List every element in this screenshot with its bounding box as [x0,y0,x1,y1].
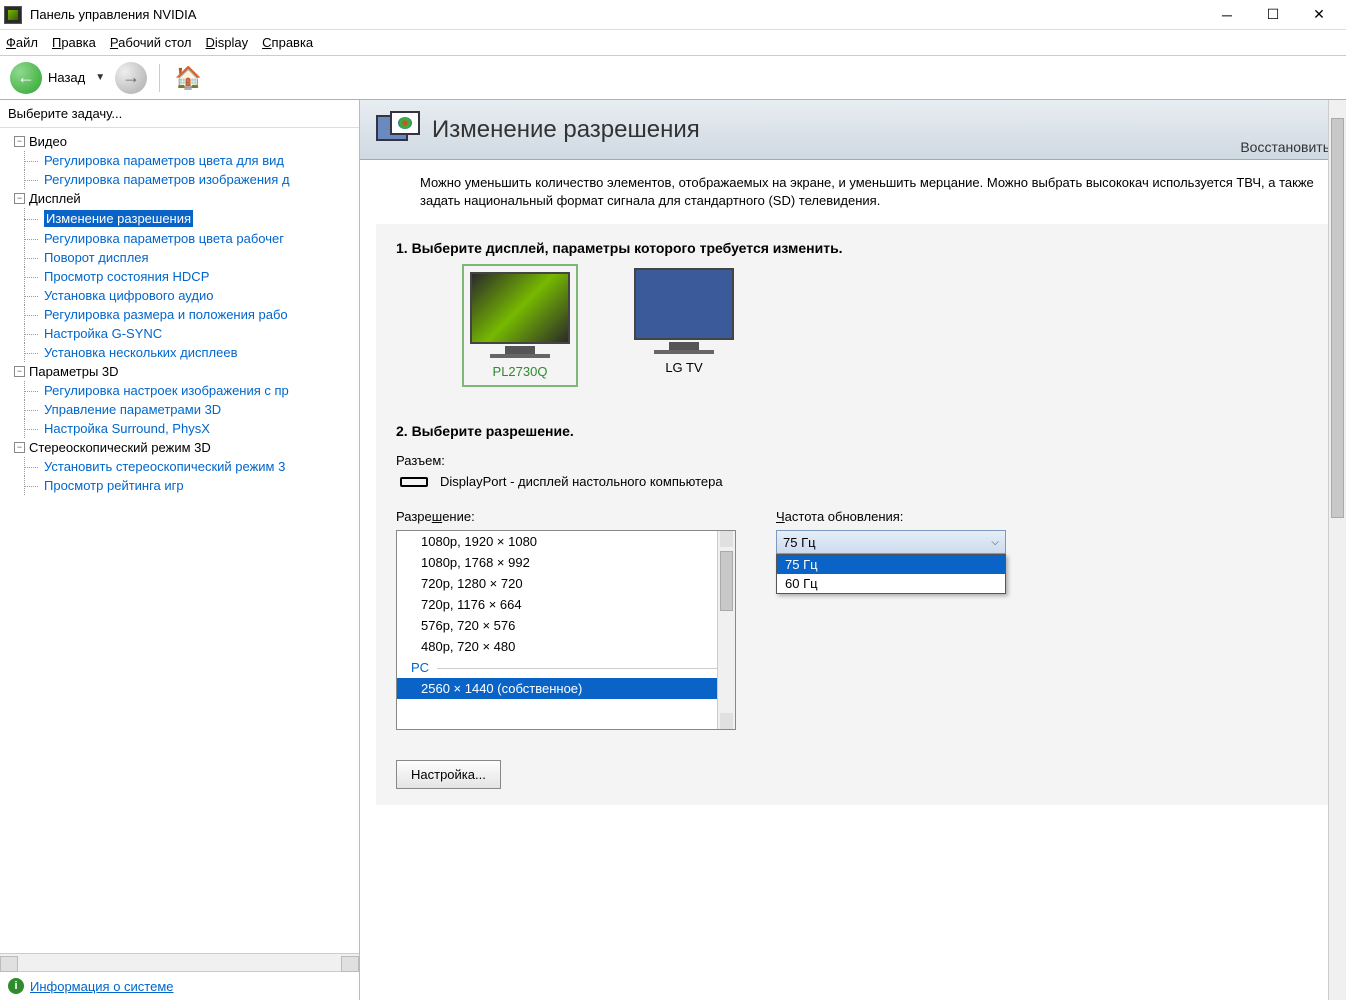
minimize-button[interactable]: ─ [1204,0,1250,30]
tree-category[interactable]: −Стереоскопический режим 3D [0,438,359,457]
tree-category[interactable]: −Видео [0,132,359,151]
chevron-down-icon: ⌵ [991,537,999,548]
toolbar-separator [159,64,160,92]
resolution-list[interactable]: 1080p, 1920 × 10801080p, 1768 × 992720p,… [396,530,736,730]
restore-link[interactable]: Восстановить [1240,139,1330,159]
menubar: Файл Правка Рабочий стол Display Справка [0,30,1346,56]
resolution-label: Разрешение: [396,509,736,524]
tree-item[interactable]: Регулировка настроек изображения с пр [0,381,359,400]
task-tree[interactable]: −ВидеоРегулировка параметров цвета для в… [0,128,359,953]
displayport-icon [400,477,428,487]
window-title: Панель управления NVIDIA [30,7,1204,22]
menu-edit[interactable]: Правка [52,35,96,50]
tree-item[interactable]: Регулировка размера и положения рабо [0,305,359,324]
sidebar-header: Выберите задачу... [0,100,359,128]
refresh-label: Частота обновления: [776,509,1006,524]
settings-panel: 1. Выберите дисплей, параметры которого … [376,224,1330,805]
tree-category[interactable]: −Дисплей [0,189,359,208]
display-item[interactable]: PL2730Q [466,268,574,383]
resolution-group: PC [397,657,735,678]
port-value: DisplayPort - дисплей настольного компью… [440,474,723,489]
sidebar-hscrollbar[interactable] [0,953,359,971]
titlebar: Панель управления NVIDIA ─ ☐ ✕ [0,0,1346,30]
close-button[interactable]: ✕ [1296,0,1342,30]
tree-item[interactable]: Настройка G-SYNC [0,324,359,343]
tree-item[interactable]: Изменение разрешения [0,208,359,229]
tree-item[interactable]: Регулировка параметров изображения д [0,170,359,189]
menu-file[interactable]: Файл [6,35,38,50]
display-list: PL2730Q LG TV [396,268,1310,383]
tree-item[interactable]: Поворот дисплея [0,248,359,267]
tree-item[interactable]: Установка нескольких дисплеев [0,343,359,362]
sidebar: Выберите задачу... −ВидеоРегулировка пар… [0,100,360,1000]
tree-item[interactable]: Просмотр рейтинга игр [0,476,359,495]
toolbar: ← Назад ▼ → 🏠 [0,56,1346,100]
content-pane: Изменение разрешения Восстановить Можно … [360,100,1346,1000]
resolution-item[interactable]: 1080p, 1768 × 992 [397,552,735,573]
resolution-item[interactable]: 720p, 1280 × 720 [397,573,735,594]
refresh-option[interactable]: 60 Гц [777,574,1005,593]
resolution-icon [376,111,420,149]
tree-item[interactable]: Регулировка параметров цвета для вид [0,151,359,170]
resolution-item[interactable]: 2560 × 1440 (собственное) [397,678,735,699]
tree-item[interactable]: Настройка Surround, PhysX [0,419,359,438]
refresh-combo[interactable]: 75 Гц ⌵ [776,530,1006,554]
sidebar-footer: i Информация о системе [0,971,359,1000]
display-item[interactable]: LG TV [634,268,734,383]
resolution-item[interactable]: 576p, 720 × 576 [397,615,735,636]
tree-category[interactable]: −Параметры 3D [0,362,359,381]
maximize-button[interactable]: ☐ [1250,0,1296,30]
step1-header: 1. Выберите дисплей, параметры которого … [396,240,1310,256]
tree-item[interactable]: Регулировка параметров цвета рабочег [0,229,359,248]
resolution-scrollbar[interactable] [717,531,735,729]
refresh-selected: 75 Гц [783,535,816,550]
home-button[interactable]: 🏠 [172,62,204,94]
resolution-item[interactable]: 1080p, 1920 × 1080 [397,531,735,552]
port-label: Разъем: [396,453,1310,468]
menu-help[interactable]: Справка [262,35,313,50]
tree-item[interactable]: Просмотр состояния HDCP [0,267,359,286]
page-header: Изменение разрешения Восстановить [360,100,1346,160]
refresh-dropdown[interactable]: 75 Гц60 Гц [776,554,1006,594]
tree-item[interactable]: Установка цифрового аудио [0,286,359,305]
page-intro: Можно уменьшить количество элементов, от… [360,160,1346,224]
forward-button[interactable]: → [115,62,147,94]
resolution-item[interactable]: 720p, 1176 × 664 [397,594,735,615]
system-info-link[interactable]: Информация о системе [30,979,174,994]
menu-display[interactable]: Display [206,35,249,50]
back-dropdown[interactable]: ▼ [91,72,109,83]
info-icon: i [8,978,24,994]
step2-header: 2. Выберите разрешение. [396,423,1310,439]
content-vscrollbar[interactable] [1328,100,1346,1000]
tree-item[interactable]: Управление параметрами 3D [0,400,359,419]
back-label: Назад [48,70,85,85]
resolution-item[interactable]: 480p, 720 × 480 [397,636,735,657]
menu-desktop[interactable]: Рабочий стол [110,35,192,50]
refresh-option[interactable]: 75 Гц [777,555,1005,574]
page-title: Изменение разрешения [432,116,1240,144]
nvidia-icon [4,6,22,24]
tree-item[interactable]: Установить стереоскопический режим 3 [0,457,359,476]
customize-button[interactable]: Настройка... [396,760,501,789]
back-button[interactable]: ← [10,62,42,94]
